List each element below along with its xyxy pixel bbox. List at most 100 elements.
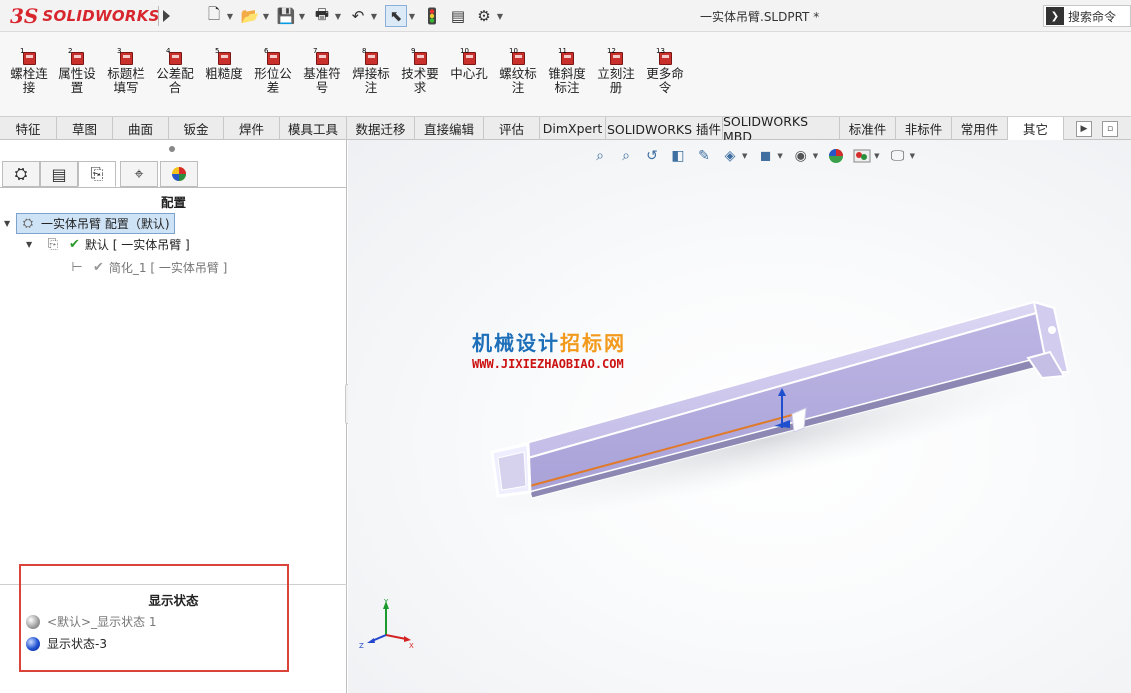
quick-access-toolbar: 🗋 ▼ 📂 ▼ 💾 ▼ 🖶 ▼ ↶ ▼ ⬉ ▼ ▤ ⚙ ▼ <box>203 5 505 27</box>
ribbon-button-4[interactable]: 4 公差配合 <box>151 47 199 95</box>
plugin-cube-icon: 9 <box>411 47 427 65</box>
window-restore-icon[interactable]: ▫ <box>1102 121 1118 137</box>
graphics-area[interactable]: ⌕ ⌕ ↺ ◧ ✎ ◈ ▼ ◼ ▼ ◉ ▼ ▼ 🖵 ▼ 机械设计招标网 WWW.… <box>348 140 1131 693</box>
plugin-cube-icon: 13 <box>656 47 672 65</box>
plugin-cube-icon: 4 <box>166 47 182 65</box>
chevron-down-icon[interactable]: ▼ <box>369 5 379 27</box>
undo-icon[interactable]: ↶ <box>347 5 369 27</box>
tab-solidworks-addins[interactable]: SOLIDWORKS 插件 <box>606 117 723 140</box>
feature-manager-icon[interactable]: ⛭ <box>2 161 40 187</box>
command-ribbon: 1 螺栓连接 2 属性设置 3 标题栏填写 4 公差配合 5 粗糙度 6 形位公差 7 基准符… <box>0 32 1131 116</box>
dimxpert-manager-icon[interactable]: ⌖ <box>120 161 158 187</box>
chevron-down-icon[interactable]: ▼ <box>26 240 38 249</box>
chevron-down-icon[interactable]: ▼ <box>333 5 343 27</box>
plugin-cube-icon: 6 <box>264 47 280 65</box>
ribbon-button-1[interactable]: 1 螺栓连接 <box>5 47 53 95</box>
plugin-cube-icon: 11 <box>558 47 574 65</box>
command-manager-tabs: 特征 草图 曲面 钣金 焊件 模具工具 数据迁移 直接编辑 评估 DimXper… <box>0 114 1131 144</box>
title-bar: 3S SOLIDWORKS 🗋 ▼ 📂 ▼ 💾 ▼ 🖶 ▼ ↶ ▼ ⬉ ▼ ▤ … <box>0 0 1131 32</box>
select-icon[interactable]: ⬉ <box>385 5 407 27</box>
selected-tree-item[interactable]: ⛭ 一实体吊臂 配置（默认) <box>16 213 175 234</box>
plugin-cube-icon: 2 <box>68 47 84 65</box>
reference-triad: Y X Z <box>359 598 414 650</box>
chevron-down-icon[interactable]: ▼ <box>225 5 235 27</box>
ribbon-button-7[interactable]: 7 基准符号 <box>298 47 346 95</box>
tab-sheet-metal[interactable]: 钣金 <box>169 117 224 140</box>
ribbon-button-12[interactable]: 11 锥斜度标注 <box>543 47 591 95</box>
tab-standard-parts[interactable]: 标准件 <box>840 117 896 140</box>
tab-dimxpert[interactable]: DimXpert <box>540 117 606 140</box>
configuration-manager-panel: ⛭ ▤ ⎘ ⌖ 配置 ▼ ⛭ 一实体吊臂 配置（默认) ▼ ⎘ ✔ 默认 [ 一… <box>0 140 347 693</box>
ribbon-button-2[interactable]: 2 属性设置 <box>53 47 101 95</box>
panel-grip-icon[interactable] <box>169 146 175 152</box>
watermark-title: 机械设计招标网 <box>472 331 626 355</box>
tab-sketch[interactable]: 草图 <box>57 117 113 140</box>
tab-solidworks-mbd[interactable]: SOLIDWORKS MBD <box>723 114 840 144</box>
tab-nonstandard-parts[interactable]: 非标件 <box>896 117 952 140</box>
default-config-label: 默认 [ 一实体吊臂 ] <box>84 238 190 252</box>
tab-features[interactable]: 特征 <box>0 117 57 140</box>
tree-config-default[interactable]: ▼ ⎘ ✔ 默认 [ 一实体吊臂 ] <box>26 236 190 253</box>
print-icon[interactable]: 🖶 <box>311 5 333 27</box>
plugin-cube-icon: 10 <box>509 47 525 65</box>
boom-end-recess <box>497 451 527 491</box>
chevron-down-icon[interactable]: ▼ <box>495 5 505 27</box>
plugin-cube-icon: 1 <box>20 47 36 65</box>
new-icon[interactable]: 🗋 <box>203 5 225 27</box>
ribbon-button-3[interactable]: 3 标题栏填写 <box>102 47 150 95</box>
configuration-manager-icon[interactable]: ⎘ <box>78 161 116 187</box>
ribbon-button-10[interactable]: 10 中心孔 <box>445 47 493 81</box>
watermark-url: WWW.JIXIEZHAOBIAO.COM <box>472 357 624 371</box>
tab-mold-tools[interactable]: 模具工具 <box>280 117 347 140</box>
manager-tabs: ⛭ ▤ ⎘ ⌖ <box>0 161 347 188</box>
ribbon-button-9[interactable]: 9 技术要求 <box>396 47 444 95</box>
crane-boom-model[interactable] <box>348 140 1131 693</box>
tree-config-simplified[interactable]: ⊢ ✔ 简化_1 [ 一实体吊臂 ] <box>68 259 227 276</box>
chevron-down-icon[interactable]: ▼ <box>4 219 16 228</box>
save-icon[interactable]: 💾 <box>275 5 297 27</box>
ribbon-button-14[interactable]: 13 更多命令 <box>641 47 689 95</box>
configuration-icon: ⎘ <box>47 237 59 252</box>
simplified-config-label: 简化_1 [ 一实体吊臂 ] <box>108 261 228 275</box>
display-manager-icon[interactable] <box>160 161 198 187</box>
tab-data-migration[interactable]: 数据迁移 <box>347 117 415 140</box>
expand-tabs-icon[interactable]: ▶ <box>1076 121 1092 137</box>
tab-evaluate[interactable]: 评估 <box>484 117 540 140</box>
site-watermark: 机械设计招标网 WWW.JIXIEZHAOBIAO.COM <box>472 327 626 371</box>
plugin-cube-icon: 7 <box>313 47 329 65</box>
chevron-down-icon[interactable]: ▼ <box>261 5 271 27</box>
plugin-cube-icon: 10 <box>460 47 476 65</box>
panel-heading: 配置 <box>160 195 186 210</box>
solidworks-logo[interactable]: 3S SOLIDWORKS <box>10 3 159 29</box>
chevron-down-icon[interactable]: ▼ <box>407 5 417 27</box>
menu-expand-arrow-icon[interactable] <box>158 6 172 26</box>
brand-name: SOLIDWORKS <box>42 7 160 25</box>
open-icon[interactable]: 📂 <box>239 5 261 27</box>
command-prompt-icon: ❯ <box>1046 7 1064 25</box>
options-icon[interactable]: ⚙ <box>473 5 495 27</box>
ribbon-button-8[interactable]: 8 焊接标注 <box>347 47 395 95</box>
tab-surfaces[interactable]: 曲面 <box>113 117 169 140</box>
chevron-down-icon[interactable]: ▼ <box>297 5 307 27</box>
plugin-cube-icon: 3 <box>117 47 133 65</box>
ribbon-button-6[interactable]: 6 形位公差 <box>249 47 297 95</box>
tab-other[interactable]: 其它 <box>1008 117 1064 140</box>
check-icon: ✔ <box>69 237 80 252</box>
ribbon-button-13[interactable]: 12 立刻注册 <box>592 47 640 95</box>
tab-direct-editing[interactable]: 直接编辑 <box>415 117 484 140</box>
file-properties-icon[interactable]: ▤ <box>447 5 469 27</box>
property-manager-icon[interactable]: ▤ <box>40 161 78 187</box>
triad-x-label: X <box>409 642 414 650</box>
traffic-light-icon[interactable] <box>421 5 443 27</box>
ribbon-button-5[interactable]: 5 粗糙度 <box>200 47 248 81</box>
plugin-cube-icon: 8 <box>362 47 378 65</box>
ribbon-button-11[interactable]: 10 螺纹标注 <box>494 47 542 95</box>
tree-root-node[interactable]: ▼ ⛭ 一实体吊臂 配置（默认) <box>4 213 175 234</box>
part-icon: ⛭ <box>22 216 34 231</box>
check-icon: ✔ <box>93 260 104 275</box>
search-commands-label: 搜索命令 <box>1068 9 1117 24</box>
tab-weldments[interactable]: 焊件 <box>224 117 280 140</box>
tab-common-parts[interactable]: 常用件 <box>952 117 1008 140</box>
plugin-cube-icon: 5 <box>215 47 231 65</box>
search-commands[interactable]: ❯ 搜索命令 <box>1043 5 1131 27</box>
